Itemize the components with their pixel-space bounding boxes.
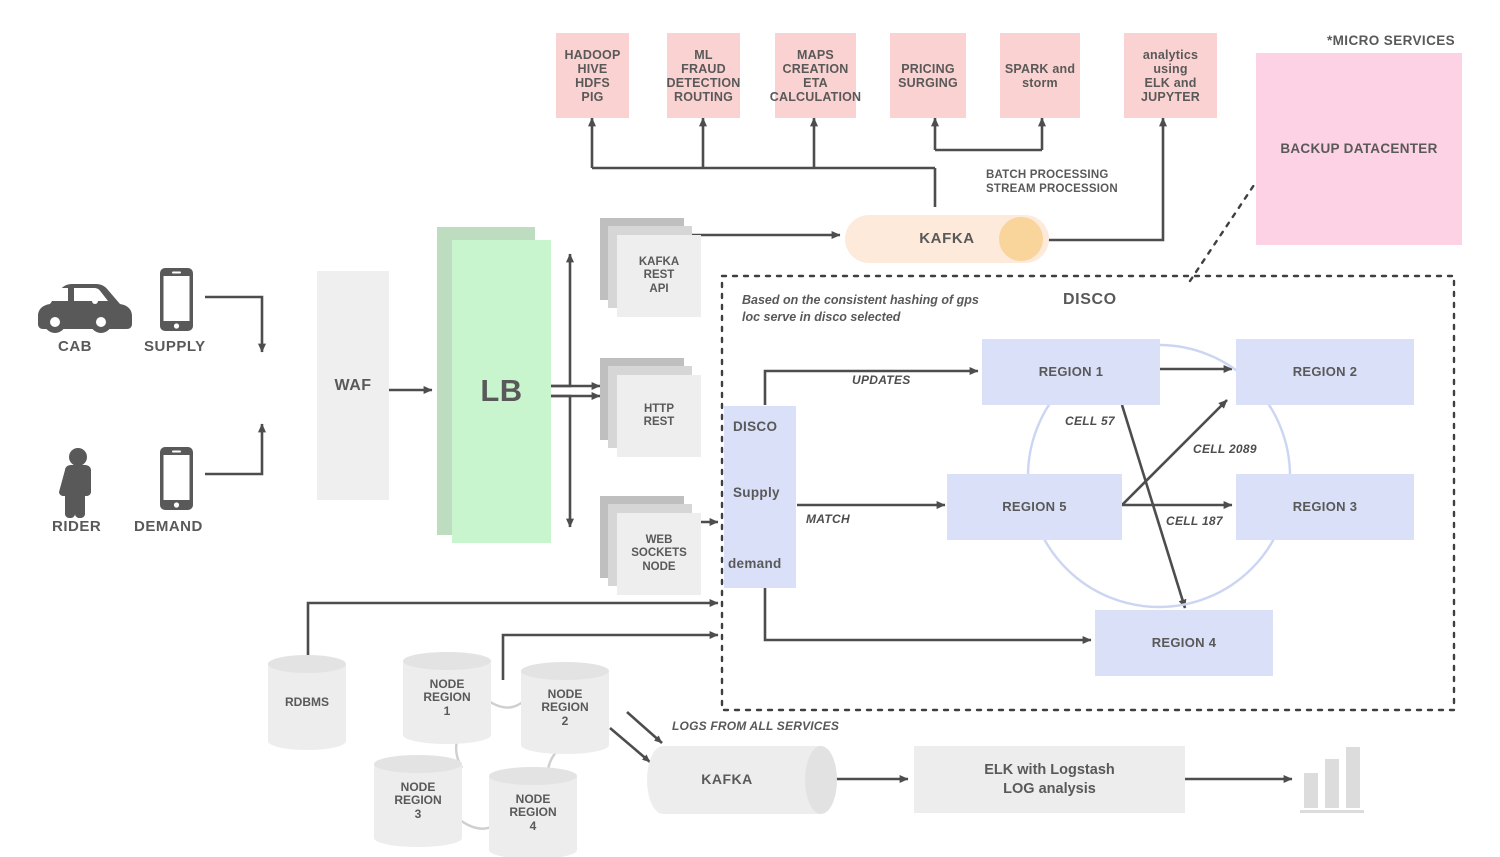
- microservice-box-pricing[interactable]: PRICING SURGING: [890, 33, 966, 118]
- microservice-box-spark[interactable]: SPARK and storm: [1000, 33, 1080, 118]
- microservice-box-analytics[interactable]: analytics using ELK and JUPYTER: [1124, 33, 1217, 118]
- service-stack-kafka-rest-api[interactable]: KAFKA REST API: [600, 218, 701, 317]
- service-stack-http-rest[interactable]: HTTP REST: [600, 358, 701, 457]
- elk-label: ELK with Logstash LOG analysis: [984, 761, 1115, 797]
- service-face: WEB SOCKETS NODE: [617, 513, 701, 595]
- region-box-2[interactable]: REGION 2: [1236, 339, 1414, 405]
- lb-box[interactable]: LB: [452, 240, 551, 543]
- microservice-label: PRICING SURGING: [898, 61, 958, 90]
- node-label: NODE REGION 3: [394, 779, 442, 821]
- node-label: NODE REGION 1: [423, 676, 471, 718]
- edge-label-updates: UPDATES: [852, 373, 911, 387]
- microservice-label: ML FRAUD DETECTION ROUTING: [666, 47, 741, 104]
- microservice-label: SPARK and storm: [1004, 61, 1076, 90]
- microservice-label: MAPS CREATION ETA CALCULATION: [769, 47, 862, 104]
- backup-link: [1188, 180, 1258, 283]
- bar-chart-icon: [1300, 747, 1364, 813]
- region-label: REGION 3: [1292, 498, 1358, 514]
- microservice-label: HADOOP HIVE HDFS PIG: [564, 47, 621, 104]
- phone-icon-supply: [160, 268, 193, 331]
- disco-title: DISCO: [1063, 291, 1117, 308]
- waf-box[interactable]: WAF: [317, 271, 389, 500]
- node-label-wrap: NODE REGION 1: [403, 652, 491, 744]
- microservice-box-ml-fraud[interactable]: ML FRAUD DETECTION ROUTING: [666, 33, 741, 118]
- micro-services-annotation: *MICRO SERVICES: [1327, 33, 1456, 48]
- kafka-logs-cylinder[interactable]: KAFKA: [647, 746, 837, 814]
- elk-logstash-box[interactable]: ELK with Logstash LOG analysis: [914, 746, 1185, 813]
- region-box-1[interactable]: REGION 1: [982, 339, 1160, 405]
- node-label: NODE REGION 4: [509, 791, 557, 833]
- service-face: KAFKA REST API: [617, 235, 701, 317]
- region-label: REGION 4: [1151, 634, 1217, 650]
- car-icon: [38, 284, 132, 333]
- service-label: KAFKA REST API: [638, 256, 680, 295]
- edge-label-cell-2089: CELL 2089: [1193, 442, 1257, 456]
- person-icon: [59, 448, 91, 518]
- lb-label: LB: [480, 373, 523, 409]
- cylinder-right-cap: [805, 746, 837, 814]
- rdbms-cylinder[interactable]: RDBMS: [268, 655, 346, 750]
- node-region-2-cylinder[interactable]: NODE REGION 2: [521, 662, 609, 754]
- rdbms-label: RDBMS: [285, 694, 329, 709]
- demand-label: DEMAND: [134, 518, 203, 535]
- microservice-label: analytics using ELK and JUPYTER: [1140, 47, 1201, 104]
- node-label: NODE REGION 2: [541, 686, 589, 728]
- node-region-4-cylinder[interactable]: NODE REGION 4: [489, 767, 577, 857]
- region-box-3[interactable]: REGION 3: [1236, 474, 1414, 540]
- disco-note: Based on the consistent hashing of gps l…: [742, 293, 979, 324]
- batch-processing-label: BATCH PROCESSING STREAM PROCESSION: [986, 169, 1118, 196]
- region-box-4[interactable]: REGION 4: [1095, 610, 1273, 676]
- service-stack-web-sockets-node[interactable]: WEB SOCKETS NODE: [600, 496, 701, 595]
- rider-label: RIDER: [52, 518, 102, 535]
- architecture-diagram: HADOOP HIVE HDFS PIG ML FRAUD DETECTION …: [0, 0, 1500, 857]
- rdbms-label-wrap: RDBMS: [268, 655, 346, 750]
- kafka-top-node[interactable]: KAFKA: [845, 215, 1049, 263]
- kafka-logs-label-wrap: KAFKA: [647, 746, 807, 814]
- cab-label: CAB: [58, 338, 92, 355]
- service-label: WEB SOCKETS NODE: [631, 534, 687, 573]
- edge-label-cell-187: CELL 187: [1166, 514, 1223, 528]
- kafka-top-label-wrap: KAFKA: [845, 215, 1049, 263]
- kafka-top-label: KAFKA: [919, 229, 975, 247]
- node-region-3-cylinder[interactable]: NODE REGION 3: [374, 755, 462, 847]
- node-label-wrap: NODE REGION 3: [374, 755, 462, 847]
- region-box-5[interactable]: REGION 5: [947, 474, 1122, 540]
- microservice-box-hadoop[interactable]: HADOOP HIVE HDFS PIG: [556, 33, 629, 118]
- disco-box-line-demand: demand: [728, 556, 782, 571]
- edge-label-cell-57: CELL 57: [1065, 414, 1115, 428]
- region-label: REGION 2: [1292, 363, 1358, 379]
- kafka-logs-label: KAFKA: [701, 771, 753, 788]
- backup-datacenter-label: BACKUP DATACENTER: [1280, 141, 1438, 157]
- disco-box-line-supply: Supply: [733, 485, 780, 500]
- service-label: HTTP REST: [643, 402, 675, 428]
- region-label: REGION 1: [1038, 363, 1104, 379]
- phone-icon-demand: [160, 447, 193, 510]
- edge-label-match: MATCH: [806, 512, 850, 526]
- waf-label: WAF: [334, 376, 372, 394]
- service-face: HTTP REST: [617, 375, 701, 457]
- disco-box-line-disco: DISCO: [733, 419, 778, 434]
- supply-label: SUPPLY: [144, 338, 206, 355]
- node-label-wrap: NODE REGION 4: [489, 767, 577, 857]
- backup-datacenter-box[interactable]: BACKUP DATACENTER: [1256, 53, 1462, 245]
- disco-supply-demand-box[interactable]: DISCO Supply demand: [724, 406, 796, 588]
- microservice-box-maps[interactable]: MAPS CREATION ETA CALCULATION: [770, 33, 861, 118]
- node-region-1-cylinder[interactable]: NODE REGION 1: [403, 652, 491, 744]
- region-label: REGION 5: [1002, 498, 1067, 514]
- logs-from-all-services-label: LOGS FROM ALL SERVICES: [672, 719, 840, 733]
- node-label-wrap: NODE REGION 2: [521, 662, 609, 754]
